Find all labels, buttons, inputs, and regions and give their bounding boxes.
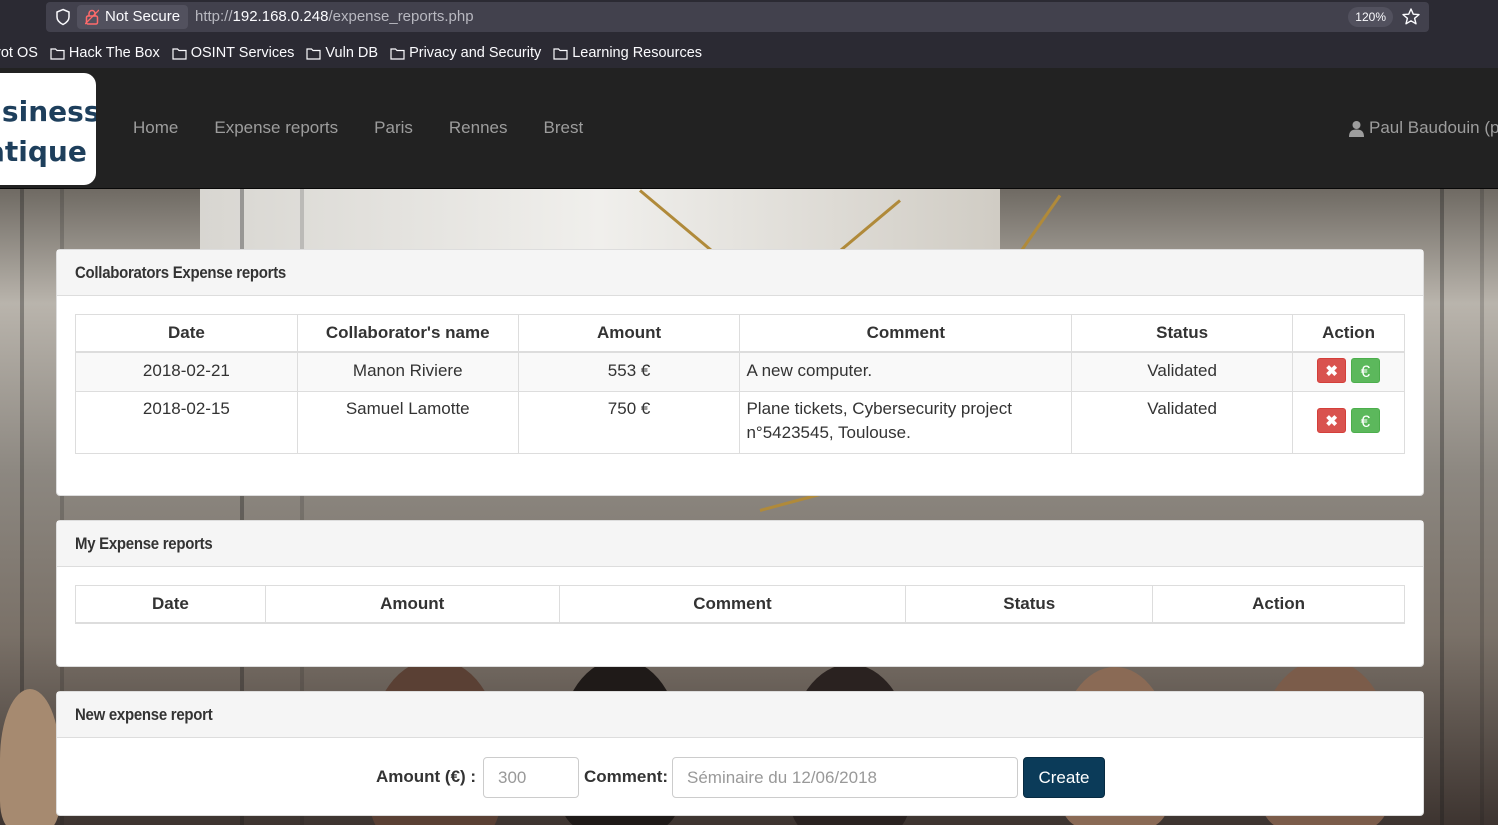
bookmark-folder[interactable]: Privacy and Security — [390, 45, 541, 61]
column-header: Action — [1292, 314, 1405, 353]
column-header: Comment — [558, 585, 907, 624]
cell-amount: 553 € — [517, 351, 741, 392]
pay-button[interactable]: € — [1350, 357, 1380, 383]
cell-name: Manon Riviere — [296, 351, 519, 392]
column-header: Status — [1071, 314, 1294, 353]
url-scheme: http:// — [195, 8, 233, 25]
column-header: Collaborator's name — [296, 314, 519, 353]
table-header-row: Date Collaborator's name Amount Comment … — [75, 314, 1405, 353]
panel-title: Collaborators Expense reports — [57, 250, 1423, 296]
url-text[interactable]: http://192.168.0.248/expense_reports.php — [195, 2, 474, 32]
cell-actions: ✖ € — [1292, 390, 1405, 454]
bookmark-star-icon[interactable] — [1401, 7, 1421, 27]
main-nav: Home Expense reports Paris Rennes Brest — [115, 68, 601, 188]
comment-label: Comment: — [584, 767, 669, 786]
cell-date: 2018-02-21 — [75, 351, 298, 392]
folder-icon — [172, 47, 187, 60]
bookmark-label: rot OS — [0, 45, 38, 61]
cell-status: Validated — [1071, 351, 1294, 392]
column-header: Action — [1152, 585, 1405, 624]
cell-comment: Plane tickets, Cybersecurity project n°5… — [739, 390, 1073, 454]
cell-amount: 750 € — [517, 390, 741, 454]
bookmark-folder[interactable]: OSINT Services — [172, 45, 295, 61]
folder-icon — [390, 47, 405, 60]
zoom-badge[interactable]: 120% — [1348, 7, 1393, 27]
table-row: 2018-02-15 Samuel Lamotte 750 € Plane ti… — [75, 390, 1405, 454]
logo-line-1: usiness — [0, 95, 96, 128]
my-expense-panel: My Expense reports Date Amount Comment S… — [56, 520, 1424, 667]
cell-date: 2018-02-15 — [75, 390, 298, 454]
user-name: Paul Baudouin (p — [1369, 118, 1498, 137]
address-bar[interactable]: Not Secure http://192.168.0.248/expense_… — [46, 2, 1429, 32]
collaborators-table: Date Collaborator's name Amount Comment … — [75, 314, 1405, 454]
shield-icon[interactable] — [54, 8, 72, 26]
collaborators-expense-panel: Collaborators Expense reports Date Colla… — [56, 249, 1424, 496]
bookmark-label: Learning Resources — [572, 45, 703, 61]
folder-icon — [306, 47, 322, 60]
table-row: 2018-02-21 Manon Riviere 553 € A new com… — [75, 351, 1405, 392]
my-expense-table: Date Amount Comment Status Action — [75, 585, 1405, 624]
bookmark-folder[interactable]: Learning Resources — [553, 45, 702, 61]
panel-title: New expense report — [57, 692, 1423, 738]
table-header-row: Date Amount Comment Status Action — [75, 585, 1405, 624]
nav-brest[interactable]: Brest — [526, 118, 602, 138]
new-expense-form: Amount (€) : 300 Comment: Séminaire du 1… — [57, 757, 1423, 798]
amount-input[interactable]: 300 — [483, 757, 579, 798]
company-logo[interactable]: usiness atique — [0, 73, 96, 185]
insecure-lock-icon — [85, 9, 99, 25]
reject-button[interactable]: ✖ — [1317, 407, 1347, 433]
comment-input[interactable]: Séminaire du 12/06/2018 — [672, 757, 1018, 798]
cell-comment: A new computer. — [739, 351, 1073, 392]
column-header: Date — [75, 314, 298, 353]
folder-icon — [50, 47, 65, 60]
bookmark-folder[interactable]: Vuln DB — [306, 45, 378, 61]
not-secure-indicator[interactable]: Not Secure — [77, 5, 189, 29]
column-header: Amount — [264, 585, 560, 624]
nav-rennes[interactable]: Rennes — [431, 118, 526, 138]
cell-name: Samuel Lamotte — [296, 390, 519, 454]
bookmark-folder[interactable]: Hack The Box — [50, 45, 160, 61]
bookmark-label: Privacy and Security — [409, 45, 542, 61]
bookmarks-toolbar: rot OS Hack The Box OSINT Services Vuln … — [0, 40, 714, 66]
bookmark-label: Hack The Box — [68, 45, 160, 61]
create-button[interactable]: Create — [1023, 757, 1105, 798]
url-host: 192.168.0.248 — [232, 8, 329, 25]
cell-status: Validated — [1071, 390, 1294, 454]
new-expense-panel: New expense report Amount (€) : 300 Comm… — [56, 691, 1424, 816]
nav-home[interactable]: Home — [115, 118, 196, 138]
url-path: /expense_reports.php — [328, 8, 474, 25]
browser-chrome: Not Secure http://192.168.0.248/expense_… — [0, 0, 1498, 68]
nav-paris[interactable]: Paris — [356, 118, 431, 138]
not-secure-label: Not Secure — [105, 8, 181, 25]
reject-button[interactable]: ✖ — [1317, 357, 1347, 383]
logo-line-2: atique — [0, 135, 87, 168]
column-header: Amount — [517, 314, 741, 353]
folder-icon — [553, 47, 568, 60]
bookmark-label: OSINT Services — [190, 45, 295, 61]
bookmark-item[interactable]: rot OS — [0, 45, 38, 61]
column-header: Comment — [739, 314, 1073, 353]
column-header: Status — [905, 585, 1154, 624]
comment-line: n°5423545, Toulouse. — [746, 422, 911, 442]
pay-button[interactable]: € — [1350, 407, 1380, 433]
bookmark-label: Vuln DB — [325, 45, 379, 61]
user-icon — [1349, 120, 1364, 137]
comment-line: Plane tickets, Cybersecurity project — [746, 398, 1012, 418]
column-header: Date — [75, 585, 266, 624]
user-menu[interactable]: Paul Baudouin (p — [1348, 118, 1498, 138]
panel-title: My Expense reports — [57, 521, 1423, 567]
amount-label: Amount (€) : — [376, 767, 477, 786]
cell-actions: ✖ € — [1292, 351, 1405, 392]
comment-line: A new computer. — [746, 360, 873, 380]
nav-expense-reports[interactable]: Expense reports — [196, 118, 356, 138]
